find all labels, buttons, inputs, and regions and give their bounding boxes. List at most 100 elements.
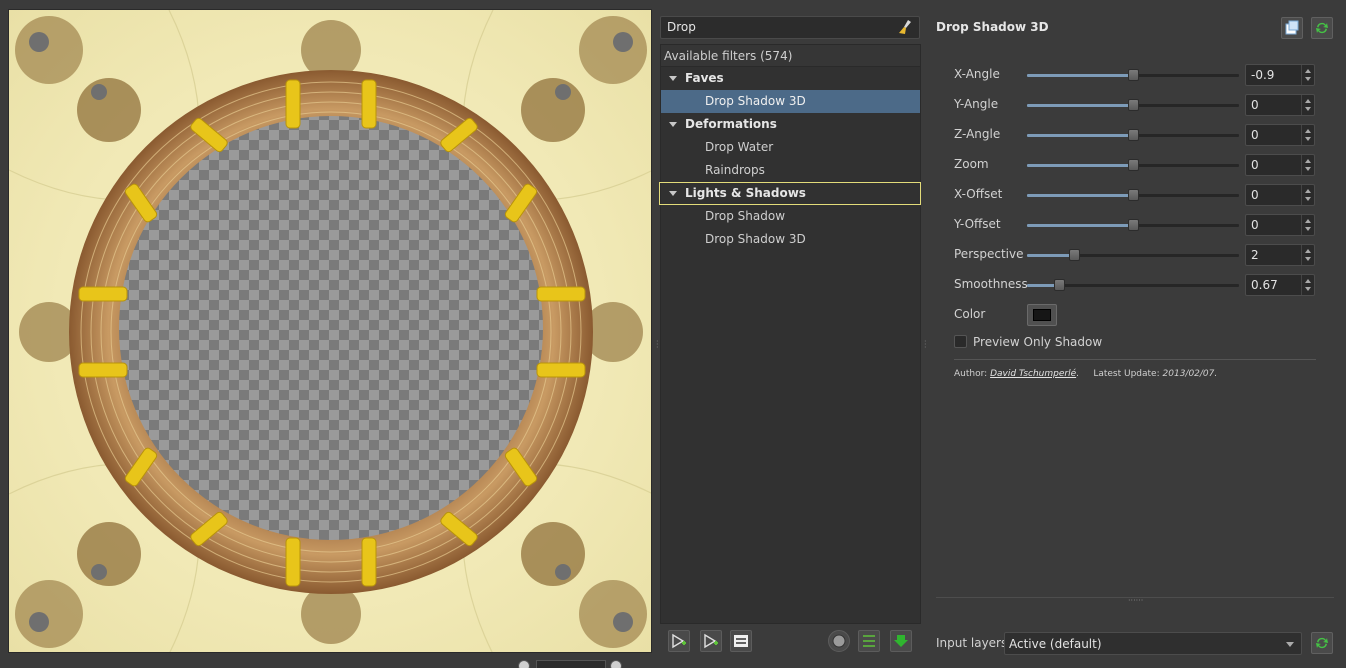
expand-arrow-icon[interactable]: [669, 76, 677, 81]
param-row-y-angle: Y-Angle 0: [954, 94, 1316, 116]
add-fave-button[interactable]: [668, 630, 690, 652]
spin-up-icon[interactable]: [1305, 69, 1311, 73]
spin-up-icon[interactable]: [1305, 189, 1311, 193]
tree-item-faves-drop-shadow-3d[interactable]: Drop Shadow 3D: [661, 90, 920, 113]
preview-zoom-controls[interactable]: [514, 660, 644, 668]
reset-params-button[interactable]: [1311, 17, 1333, 39]
slider-handle[interactable]: [1054, 279, 1065, 291]
input-layers-select[interactable]: Active (default): [1004, 632, 1302, 655]
param-slider[interactable]: [1027, 69, 1239, 81]
param-slider[interactable]: [1027, 219, 1239, 231]
slider-handle[interactable]: [1069, 249, 1080, 261]
param-slider[interactable]: [1027, 189, 1239, 201]
param-spinbox[interactable]: 0: [1245, 184, 1315, 206]
preview-canvas[interactable]: [8, 9, 652, 653]
spinbox-buttons[interactable]: [1301, 245, 1314, 265]
expand-arrow-icon[interactable]: [669, 122, 677, 127]
preview-only-shadow-checkbox[interactable]: [954, 335, 967, 348]
tree-item-drop-shadow[interactable]: Drop Shadow: [661, 205, 920, 228]
param-spinbox[interactable]: -0.9: [1245, 64, 1315, 86]
param-spinbox[interactable]: 0: [1245, 214, 1315, 236]
slider-handle[interactable]: [1128, 219, 1139, 231]
sphere-icon: [832, 634, 846, 648]
spin-down-icon[interactable]: [1305, 107, 1311, 111]
zoom-field[interactable]: [536, 660, 606, 668]
tree-item-drop-shadow-3d[interactable]: Drop Shadow 3D: [661, 228, 920, 251]
spin-up-icon[interactable]: [1305, 279, 1311, 283]
param-spinbox[interactable]: 0: [1245, 124, 1315, 146]
param-spinbox[interactable]: 2: [1245, 244, 1315, 266]
zoom-out-icon[interactable]: [518, 660, 530, 668]
spin-up-icon[interactable]: [1305, 129, 1311, 133]
param-row-zoom: Zoom 0: [954, 154, 1316, 176]
copy-command-button[interactable]: [1281, 17, 1303, 39]
refresh-layers-button[interactable]: [1311, 632, 1333, 654]
spin-up-icon[interactable]: [1305, 249, 1311, 253]
spinbox-buttons[interactable]: [1301, 275, 1314, 295]
item-label: Raindrops: [705, 163, 765, 177]
param-slider[interactable]: [1027, 99, 1239, 111]
param-row-x-offset: X-Offset 0: [954, 184, 1316, 206]
filter-title: Drop Shadow 3D: [936, 20, 1049, 34]
spin-down-icon[interactable]: [1305, 197, 1311, 201]
tree-item-drop-water[interactable]: Drop Water: [661, 136, 920, 159]
filter-search-input[interactable]: Drop: [660, 16, 920, 39]
slider-fill: [1027, 194, 1133, 197]
spin-down-icon[interactable]: [1305, 287, 1311, 291]
param-slider[interactable]: [1027, 159, 1239, 171]
spin-down-icon[interactable]: [1305, 227, 1311, 231]
spin-up-icon[interactable]: [1305, 99, 1311, 103]
visibility-toggle-button[interactable]: [828, 630, 850, 652]
resize-grip[interactable]: ······: [1128, 597, 1148, 605]
param-spinbox[interactable]: 0: [1245, 154, 1315, 176]
zoom-in-icon[interactable]: [610, 660, 622, 668]
author-link[interactable]: David Tschumperlé: [990, 369, 1076, 379]
spin-down-icon[interactable]: [1305, 167, 1311, 171]
filter-tree-header: Available filters (574): [661, 45, 920, 67]
tree-item-raindrops[interactable]: Raindrops: [661, 159, 920, 182]
tree-category-lights-shadows[interactable]: Lights & Shadows: [659, 182, 921, 205]
spinbox-buttons[interactable]: [1301, 65, 1314, 85]
expand-arrow-icon[interactable]: [669, 191, 677, 196]
rename-fave-button[interactable]: [730, 630, 752, 652]
slider-handle[interactable]: [1128, 129, 1139, 141]
spin-up-icon[interactable]: [1305, 159, 1311, 163]
param-label: Z-Angle: [954, 127, 1001, 141]
update-filters-button[interactable]: [890, 630, 912, 652]
color-picker-button[interactable]: [1027, 304, 1057, 326]
tree-category-deformations[interactable]: Deformations: [661, 113, 920, 136]
spinbox-buttons[interactable]: [1301, 95, 1314, 115]
spinbox-buttons[interactable]: [1301, 215, 1314, 235]
splitter-handle-left[interactable]: · · ·: [656, 338, 659, 354]
filter-tree[interactable]: Available filters (574) Faves Drop Shado…: [659, 44, 921, 624]
download-icon: [894, 635, 908, 647]
spinbox-buttons[interactable]: [1301, 155, 1314, 175]
tree-category-faves[interactable]: Faves: [661, 67, 920, 90]
param-label: Smoothness: [954, 277, 1028, 291]
spin-down-icon[interactable]: [1305, 137, 1311, 141]
slider-handle[interactable]: [1128, 69, 1139, 81]
spinbox-value: 0: [1251, 128, 1259, 142]
clear-search-icon[interactable]: [897, 19, 913, 35]
expand-collapse-button[interactable]: [858, 630, 880, 652]
item-label: Drop Water: [705, 140, 774, 154]
spin-up-icon[interactable]: [1305, 219, 1311, 223]
param-label: Y-Angle: [954, 97, 999, 111]
item-label: Drop Shadow 3D: [705, 232, 806, 246]
category-label: Deformations: [685, 117, 777, 131]
slider-handle[interactable]: [1128, 99, 1139, 111]
param-slider[interactable]: [1027, 129, 1239, 141]
param-slider[interactable]: [1027, 279, 1239, 291]
slider-handle[interactable]: [1128, 189, 1139, 201]
spinbox-buttons[interactable]: [1301, 125, 1314, 145]
param-slider[interactable]: [1027, 249, 1239, 261]
param-spinbox[interactable]: 0.67: [1245, 274, 1315, 296]
refresh-icon: [1316, 22, 1328, 34]
splitter-handle-right[interactable]: · · ·: [924, 338, 927, 354]
param-spinbox[interactable]: 0: [1245, 94, 1315, 116]
slider-handle[interactable]: [1128, 159, 1139, 171]
remove-fave-button[interactable]: [700, 630, 722, 652]
spin-down-icon[interactable]: [1305, 257, 1311, 261]
spin-down-icon[interactable]: [1305, 77, 1311, 81]
spinbox-buttons[interactable]: [1301, 185, 1314, 205]
